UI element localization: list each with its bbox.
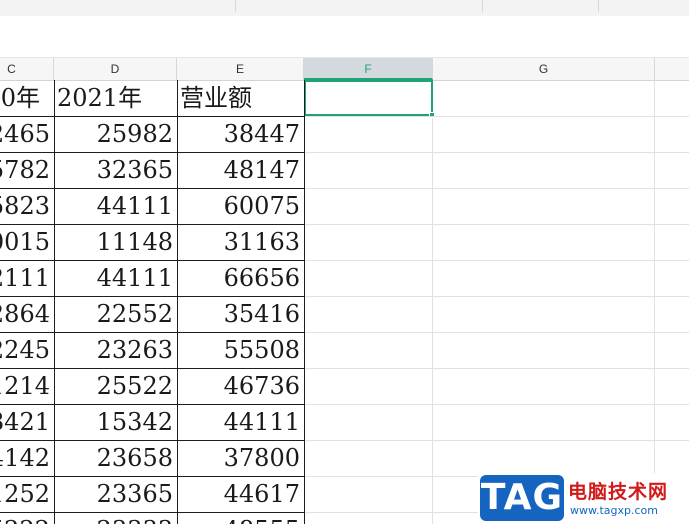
cell-c[interactable]: 15782 — [0, 152, 54, 188]
header-cell-2021[interactable]: 2021年 — [54, 80, 177, 116]
cell-d[interactable]: 32365 — [54, 152, 177, 188]
ribbon-strip — [0, 0, 689, 17]
watermark-title: 电脑技术网 — [568, 481, 669, 503]
gridline — [305, 332, 689, 333]
table-border — [54, 80, 55, 524]
column-header-row: C D E F G — [0, 57, 689, 81]
gridline — [305, 152, 689, 153]
table-border — [0, 476, 305, 477]
formula-bar[interactable] — [0, 16, 689, 49]
selected-cell-f1[interactable] — [304, 80, 433, 116]
column-header-d[interactable]: D — [54, 58, 177, 80]
cell-e[interactable]: 46736 — [177, 368, 304, 404]
table-border — [0, 368, 305, 369]
column-header-e[interactable]: E — [177, 58, 304, 80]
cell-c[interactable]: 12864 — [0, 296, 54, 332]
cell-c[interactable]: 32465 — [0, 116, 54, 152]
gridline — [305, 296, 689, 297]
cell-d[interactable]: 25522 — [54, 368, 177, 404]
cell-e[interactable]: 48555 — [177, 512, 304, 524]
cell-c[interactable]: 28421 — [0, 404, 54, 440]
gridline — [305, 188, 689, 189]
cell-c[interactable]: 21252 — [0, 476, 54, 512]
cell-d[interactable]: 44111 — [54, 260, 177, 296]
table-border — [0, 116, 305, 117]
cell-d[interactable]: 22552 — [54, 296, 177, 332]
cell-e[interactable]: 44111 — [177, 404, 304, 440]
cell-d[interactable]: 23263 — [54, 332, 177, 368]
table-border — [0, 152, 305, 153]
table-row: 284211534244111 — [0, 404, 689, 440]
ribbon-separator — [235, 0, 236, 12]
table-border — [304, 80, 305, 524]
table-border — [0, 188, 305, 189]
gridline — [305, 440, 689, 441]
table-row: 158234411160075 — [0, 188, 689, 224]
column-header-f[interactable]: F — [304, 58, 433, 80]
cell-d[interactable]: 25982 — [54, 116, 177, 152]
ribbon-separator — [598, 0, 599, 12]
table-row: 322452326355508 — [0, 332, 689, 368]
cell-e[interactable]: 55508 — [177, 332, 304, 368]
cell-d[interactable]: 23658 — [54, 440, 177, 476]
cell-e[interactable]: 48147 — [177, 152, 304, 188]
table-row: 128642255235416 — [0, 296, 689, 332]
cell-e[interactable]: 44617 — [177, 476, 304, 512]
cell-e[interactable]: 37800 — [177, 440, 304, 476]
gridline — [305, 224, 689, 225]
table-border — [0, 296, 305, 297]
table-border — [0, 512, 305, 513]
header-cell-revenue[interactable]: 营业额 — [177, 80, 304, 116]
table-row: 141422365837800 — [0, 440, 689, 476]
table-row: 157823236548147 — [0, 152, 689, 188]
cell-c[interactable]: 22111 — [0, 260, 54, 296]
gridline — [305, 116, 689, 117]
spreadsheet-grid[interactable]: 2020年 2021年 营业额 324652598238447157823236… — [0, 80, 689, 524]
fill-handle[interactable] — [429, 112, 435, 118]
cell-c[interactable]: 25222 — [0, 512, 54, 524]
table-border — [0, 440, 305, 441]
cell-e[interactable]: 35416 — [177, 296, 304, 332]
cell-d[interactable]: 23333 — [54, 512, 177, 524]
cell-c[interactable]: 32245 — [0, 332, 54, 368]
table-row: 212142552246736 — [0, 368, 689, 404]
cell-e[interactable]: 38447 — [177, 116, 304, 152]
header-cell-2020[interactable]: 2020年 — [0, 80, 54, 116]
cell-e[interactable]: 31163 — [177, 224, 304, 260]
table-border — [0, 332, 305, 333]
watermark-url: www.tagxp.com — [570, 504, 658, 517]
table-border — [0, 224, 305, 225]
table-row: 200151114831163 — [0, 224, 689, 260]
cell-c[interactable]: 21214 — [0, 368, 54, 404]
cell-d[interactable]: 15342 — [54, 404, 177, 440]
cell-e[interactable]: 60075 — [177, 188, 304, 224]
table-row: 324652598238447 — [0, 116, 689, 152]
watermark-badge: TAG 电脑技术网 www.tagxp.com — [478, 473, 689, 524]
cell-c[interactable]: 14142 — [0, 440, 54, 476]
gridline — [305, 260, 689, 261]
ribbon-separator — [482, 0, 483, 12]
cell-d[interactable]: 23365 — [54, 476, 177, 512]
cell-c[interactable]: 20015 — [0, 224, 54, 260]
gridline — [305, 368, 689, 369]
table-border — [0, 260, 305, 261]
table-border — [0, 404, 305, 405]
tag-logo: TAG — [480, 475, 564, 521]
cell-c[interactable]: 15823 — [0, 188, 54, 224]
formula-gap — [0, 48, 689, 57]
gridline — [305, 404, 689, 405]
table-border — [177, 80, 178, 524]
cell-d[interactable]: 44111 — [54, 188, 177, 224]
cell-d[interactable]: 11148 — [54, 224, 177, 260]
cell-e[interactable]: 66656 — [177, 260, 304, 296]
column-header-g[interactable]: G — [433, 58, 655, 80]
table-row: 221114411166656 — [0, 260, 689, 296]
column-header-c[interactable]: C — [0, 58, 54, 80]
